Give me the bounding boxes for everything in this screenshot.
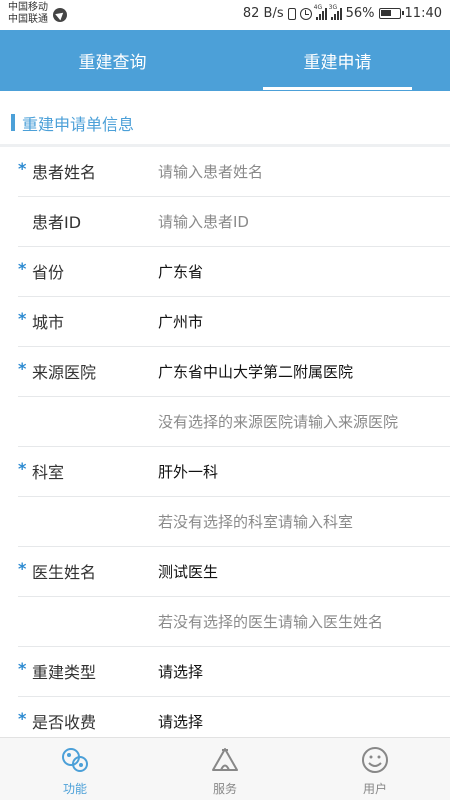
required-mark: * bbox=[18, 359, 27, 378]
form-row-source-hospital[interactable]: * 来源医院 广东省中山大学第二附属医院 bbox=[18, 347, 450, 397]
field-label: 科室 bbox=[32, 463, 65, 482]
department-select[interactable]: 肝外一科 bbox=[158, 461, 218, 482]
required-mark: * bbox=[18, 659, 27, 678]
nav-label: 服务 bbox=[212, 782, 237, 796]
status-indicators: 82 B/s 4G 3G 56% 11:40 bbox=[242, 4, 442, 22]
function-icon bbox=[62, 748, 88, 772]
carrier-2: 中国联通 bbox=[8, 14, 48, 25]
patient-id-input[interactable]: 请输入患者ID bbox=[158, 211, 249, 232]
department-input[interactable]: 若没有选择的科室请输入科室 bbox=[158, 511, 353, 532]
patient-name-input[interactable]: 请输入患者姓名 bbox=[158, 161, 263, 182]
field-label: 医生姓名 bbox=[32, 563, 97, 582]
tab-rebuild-query[interactable]: 重建查询 bbox=[0, 30, 225, 91]
battery-icon bbox=[378, 8, 404, 19]
form-row-department[interactable]: * 科室 肝外一科 bbox=[18, 447, 450, 497]
service-icon bbox=[212, 748, 238, 771]
tab-rebuild-apply[interactable]: 重建申请 bbox=[225, 30, 450, 91]
section-title: 重建申请单信息 bbox=[22, 115, 135, 134]
city-select[interactable]: 广州市 bbox=[158, 311, 203, 332]
carrier-1: 中国移动 bbox=[8, 2, 48, 13]
required-mark: * bbox=[18, 559, 27, 578]
header-tabs: 重建查询 重建申请 bbox=[0, 30, 450, 91]
rebuild-type-select[interactable]: 请选择 bbox=[158, 661, 203, 682]
form-row-department-manual[interactable]: 若没有选择的科室请输入科室 bbox=[18, 497, 450, 547]
bottom-nav: 功能 服务 用户 bbox=[0, 737, 450, 800]
nav-label: 用户 bbox=[362, 782, 387, 796]
province-select[interactable]: 广东省 bbox=[158, 261, 203, 282]
nav-service[interactable]: 服务 bbox=[150, 738, 300, 800]
nav-label: 功能 bbox=[62, 782, 87, 796]
form-row-rebuild-type[interactable]: * 重建类型 请选择 bbox=[18, 647, 450, 697]
battery-percent: 56% bbox=[345, 6, 375, 21]
form-row-doctor-name-manual[interactable]: 若没有选择的医生请输入医生姓名 bbox=[18, 597, 450, 647]
field-label: 城市 bbox=[32, 313, 65, 332]
nav-user[interactable]: 用户 bbox=[300, 738, 450, 800]
field-label: 患者ID bbox=[32, 213, 82, 232]
form-row-source-hospital-manual[interactable]: 没有选择的来源医院请输入来源医院 bbox=[18, 397, 450, 447]
form-row-patient-name[interactable]: * 患者姓名 请输入患者姓名 bbox=[18, 147, 450, 197]
form-row-patient-id[interactable]: 患者ID 请输入患者ID bbox=[18, 197, 450, 247]
field-label: 是否收费 bbox=[32, 713, 97, 732]
required-mark: * bbox=[18, 259, 27, 278]
required-mark: * bbox=[18, 709, 27, 728]
field-label: 来源医院 bbox=[32, 363, 97, 382]
clock: 11:40 bbox=[404, 6, 442, 21]
nav-function[interactable]: 功能 bbox=[0, 738, 150, 800]
signal-icon: 4G bbox=[314, 4, 327, 20]
charge-select[interactable]: 请选择 bbox=[158, 711, 203, 732]
doctor-name-input[interactable]: 若没有选择的医生请输入医生姓名 bbox=[158, 611, 383, 632]
alarm-icon bbox=[299, 7, 312, 20]
field-label: 省份 bbox=[32, 263, 65, 282]
section-accent-bar bbox=[11, 114, 15, 131]
form-row-city[interactable]: * 城市 广州市 bbox=[18, 297, 450, 347]
required-mark: * bbox=[18, 159, 27, 178]
location-arrow-icon bbox=[53, 8, 67, 22]
source-hospital-select[interactable]: 广东省中山大学第二附属医院 bbox=[158, 361, 353, 382]
carrier-names: 中国移动 中国联通 bbox=[8, 2, 48, 26]
form-row-doctor-name[interactable]: * 医生姓名 测试医生 bbox=[18, 547, 450, 597]
network-speed: 82 B/s bbox=[242, 6, 284, 21]
status-bar: 中国移动 中国联通 82 B/s 4G 3G 56% 11:40 bbox=[0, 0, 450, 30]
rebuild-form: * 患者姓名 请输入患者姓名 患者ID 请输入患者ID * 省份 广东省 * 城… bbox=[0, 147, 450, 747]
signal-icon: 3G bbox=[329, 4, 342, 20]
user-icon bbox=[362, 747, 388, 773]
form-row-province[interactable]: * 省份 广东省 bbox=[18, 247, 450, 297]
required-mark: * bbox=[18, 459, 27, 478]
vibrate-icon bbox=[287, 7, 296, 20]
source-hospital-input[interactable]: 没有选择的来源医院请输入来源医院 bbox=[158, 411, 398, 432]
field-label: 重建类型 bbox=[32, 663, 97, 682]
required-mark: * bbox=[18, 309, 27, 328]
section-header: 重建申请单信息 bbox=[0, 91, 450, 147]
doctor-name-select[interactable]: 测试医生 bbox=[158, 561, 218, 582]
field-label: 患者姓名 bbox=[32, 163, 97, 182]
